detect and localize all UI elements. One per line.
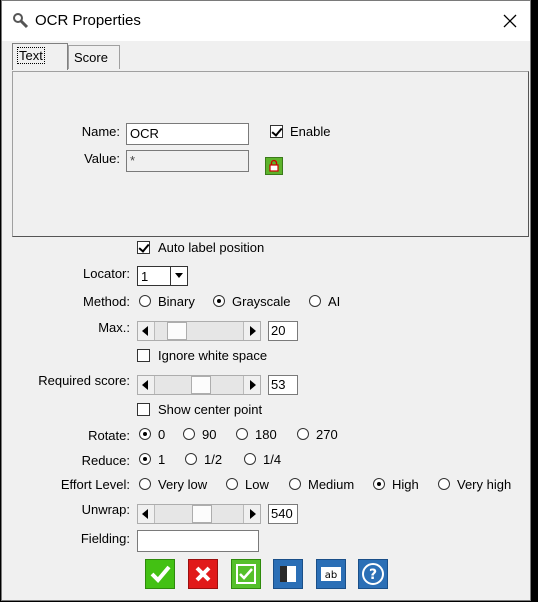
method-label: Method: — [83, 294, 130, 309]
title-bar: OCR Properties — [2, 1, 530, 41]
rotate-0-label: 0 — [158, 427, 166, 442]
ignore-white-space-label: Ignore white space — [158, 348, 268, 363]
reduce-label: Reduce: — [81, 453, 130, 468]
close-icon[interactable] — [498, 9, 522, 33]
effort-low-radio[interactable] — [226, 478, 238, 490]
magnifier-icon — [13, 13, 29, 29]
method-grayscale-radio[interactable] — [213, 295, 225, 307]
tab-score[interactable]: Score — [68, 45, 120, 69]
effort-very-low-label: Very low — [158, 477, 208, 492]
slider-right-icon[interactable] — [243, 505, 260, 523]
checkbox-icon — [231, 559, 261, 589]
effort-level-label: Effort Level: — [60, 477, 130, 492]
rotate-90-radio[interactable] — [183, 428, 195, 440]
cancel-button[interactable] — [188, 559, 218, 589]
enable-checkbox[interactable] — [270, 125, 283, 138]
rotate-label: Rotate: — [88, 428, 130, 443]
lock-button[interactable] — [265, 157, 283, 175]
slider-left-icon[interactable] — [138, 322, 155, 340]
method-binary-radio[interactable] — [139, 295, 151, 307]
svg-text:ab: ab — [325, 570, 337, 581]
auto-label-checkbox[interactable] — [137, 241, 150, 254]
rotate-0-radio[interactable] — [139, 428, 151, 440]
unwrap-label: Unwrap: — [81, 502, 130, 517]
window-title: OCR Properties — [35, 12, 141, 29]
x-icon — [188, 559, 218, 589]
rotate-180-radio[interactable] — [236, 428, 248, 440]
svg-text:?: ? — [369, 567, 377, 583]
method-ai-radio[interactable] — [309, 295, 321, 307]
slider-right-icon[interactable] — [243, 322, 260, 340]
checkmark-icon — [145, 559, 175, 589]
method-binary-label: Binary — [158, 294, 195, 309]
chevron-down-icon — [170, 267, 187, 285]
reduce-quarter-radio[interactable] — [244, 453, 256, 465]
show-center-point-label: Show center point — [158, 402, 263, 417]
ignore-white-space-checkbox[interactable] — [137, 349, 150, 362]
slider-track[interactable] — [155, 376, 243, 394]
slider-thumb[interactable] — [191, 376, 211, 394]
effort-medium-radio[interactable] — [289, 478, 301, 490]
panel-icon — [273, 559, 303, 589]
slider-left-icon[interactable] — [138, 376, 155, 394]
method-grayscale-label: Grayscale — [232, 294, 291, 309]
slider-left-icon[interactable] — [138, 505, 155, 523]
slider-track[interactable] — [155, 505, 243, 523]
required-score-slider[interactable] — [137, 375, 261, 395]
effort-high-radio[interactable] — [373, 478, 385, 490]
ocr-properties-dialog: OCR Properties Text Score Name: OCR Enab… — [1, 0, 531, 601]
rotate-270-radio[interactable] — [297, 428, 309, 440]
reduce-half-radio[interactable] — [185, 453, 197, 465]
name-input[interactable]: OCR — [126, 123, 249, 145]
apply-button[interactable] — [231, 559, 261, 589]
fielding-input[interactable] — [137, 530, 259, 552]
slider-thumb[interactable] — [192, 505, 212, 523]
lock-icon — [269, 159, 279, 172]
rotate-180-label: 180 — [255, 427, 277, 442]
reduce-half-label: 1/2 — [204, 452, 223, 467]
max-label: Max.: — [98, 320, 130, 335]
value-input[interactable]: * — [126, 150, 249, 172]
locator-select[interactable]: 1 — [137, 266, 188, 286]
tab-text[interactable]: Text — [12, 43, 68, 70]
locator-label: Locator: — [83, 266, 130, 281]
effort-very-high-label: Very high — [457, 477, 512, 492]
name-label: Name: — [81, 124, 120, 139]
reduce-1-radio[interactable] — [139, 453, 151, 465]
question-icon: ? — [358, 559, 388, 589]
effort-high-label: High — [392, 477, 419, 492]
slider-track[interactable] — [155, 322, 243, 340]
method-ai-label: AI — [328, 294, 341, 309]
reduce-1-label: 1 — [158, 452, 166, 467]
unwrap-value-input[interactable]: 540 — [268, 504, 298, 524]
max-slider[interactable] — [137, 321, 261, 341]
ok-button[interactable] — [145, 559, 175, 589]
effort-very-low-radio[interactable] — [139, 478, 151, 490]
max-value-input[interactable]: 20 — [268, 321, 298, 341]
view-button[interactable] — [273, 559, 303, 589]
show-center-point-checkbox[interactable] — [137, 403, 150, 416]
slider-thumb[interactable] — [167, 322, 187, 340]
fielding-label: Fielding: — [80, 531, 130, 546]
rotate-270-label: 270 — [316, 427, 338, 442]
value-label: Value: — [84, 151, 120, 166]
rotate-90-label: 90 — [202, 427, 217, 442]
required-score-label: Required score: — [38, 373, 130, 388]
enable-label: Enable — [290, 124, 331, 139]
unwrap-slider[interactable] — [137, 504, 261, 524]
effort-low-label: Low — [245, 477, 269, 492]
slider-right-icon[interactable] — [243, 376, 260, 394]
text-button[interactable]: ab — [316, 559, 346, 589]
required-score-value-input[interactable]: 53 — [268, 375, 298, 395]
effort-medium-label: Medium — [308, 477, 355, 492]
auto-label-text: Auto label position — [158, 240, 265, 255]
ab-icon: ab — [316, 559, 346, 589]
reduce-quarter-label: 1/4 — [263, 452, 282, 467]
help-button[interactable]: ? — [358, 559, 388, 589]
effort-very-high-radio[interactable] — [438, 478, 450, 490]
